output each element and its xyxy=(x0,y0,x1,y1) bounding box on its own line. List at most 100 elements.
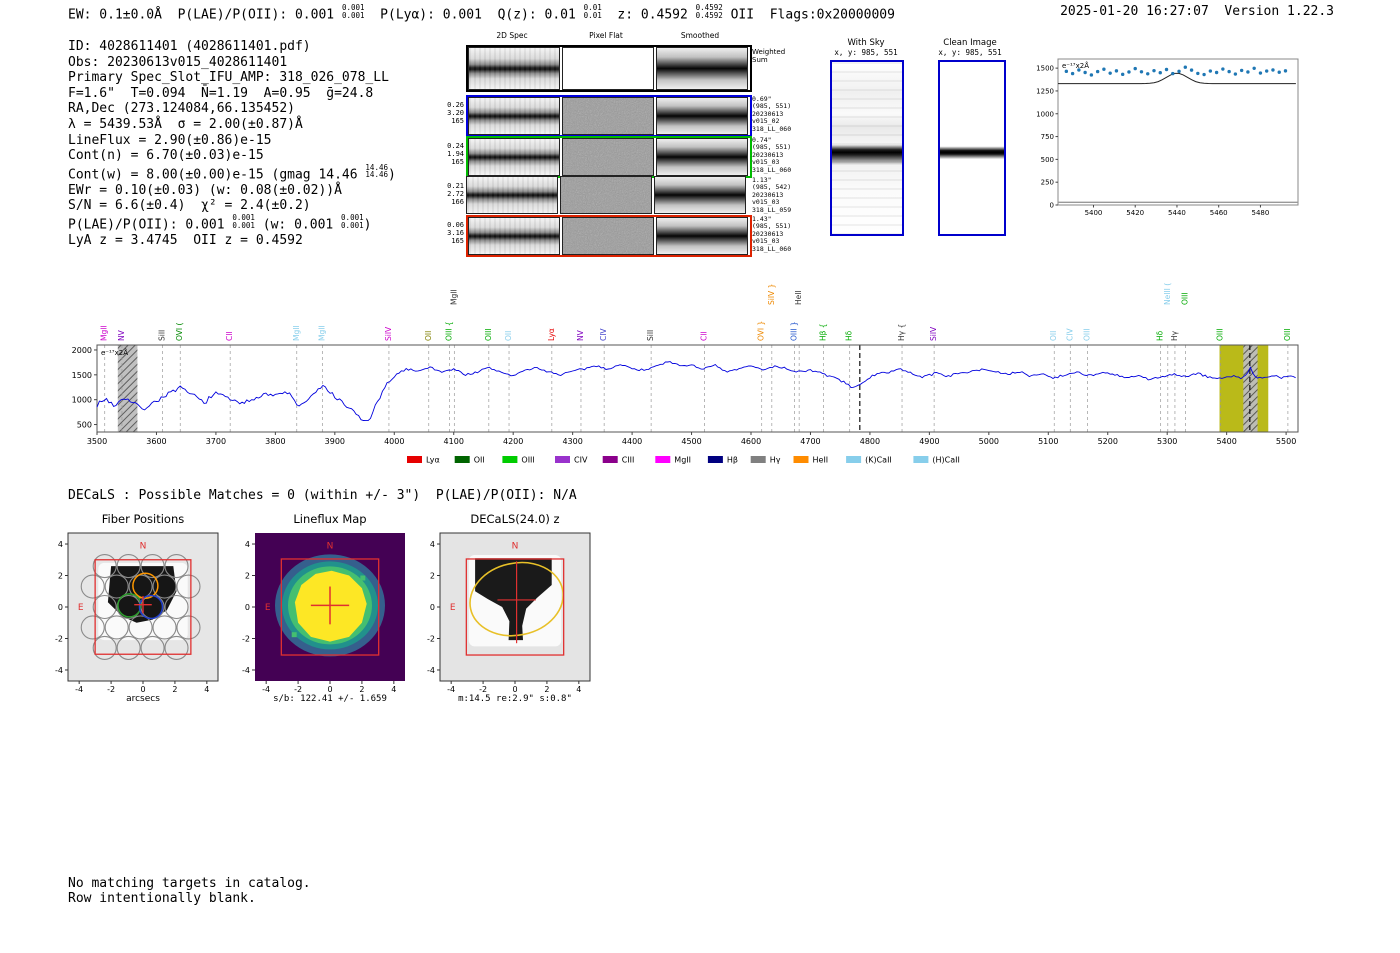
main-spectrum-svg: 500 1000 1500 2000 3500 3600 3700 3800 3900 4000 4… xyxy=(72,283,1299,465)
clean-image-coords: x, y: 985, 551 xyxy=(938,48,1002,57)
line-label: CIV xyxy=(1065,328,1074,341)
decals-z-caption: m:14.5 re:2.9" s:0.8" xyxy=(458,694,572,704)
spectrum-dot xyxy=(1208,69,1213,73)
spec2d-cutout-panel: 2D Spec Pixel Flat Smoothed 0.26 3.20 165 0.69… xyxy=(442,30,862,260)
svg-text:-4: -4 xyxy=(262,685,270,694)
svg-text:2: 2 xyxy=(544,685,549,694)
svg-text:5460: 5460 xyxy=(1210,209,1228,217)
svg-text:3500: 3500 xyxy=(87,437,107,446)
stacked-uncertainty: 0.001 0.001 xyxy=(232,213,255,230)
text-segment: EWr = 0.10(±0.03) (w: 0.08(±0.02))Å xyxy=(68,182,342,198)
text-segment: (w: 0.001 xyxy=(254,217,342,233)
info-line: Obs: 20230613v015_4028611401 xyxy=(68,55,396,71)
svg-text:5400: 5400 xyxy=(1216,437,1236,446)
spectrum-dot xyxy=(1108,71,1112,75)
info-line: Cont(w) = 8.00(±0.00)e-15 (gmag 14.46 14… xyxy=(68,164,396,183)
svg-text:5480: 5480 xyxy=(1252,209,1270,217)
svg-text:2000: 2000 xyxy=(72,346,92,355)
stacked-uncertainty: 14.46 14.46 xyxy=(365,162,388,180)
svg-text:4400: 4400 xyxy=(622,437,642,446)
east-label: E xyxy=(450,603,456,613)
spec2d-smoothed-image xyxy=(656,217,748,255)
info-line: Cont(n) = 6.70(±0.03)e-15 xyxy=(68,148,396,164)
svg-text:4300: 4300 xyxy=(562,437,582,446)
spectrum-dot xyxy=(1177,69,1181,74)
line-label: MgII xyxy=(317,325,326,341)
spectrum-dot xyxy=(1152,68,1156,73)
spectrum-dot xyxy=(1139,70,1144,74)
spectrum-dot xyxy=(1133,66,1137,71)
spec2d-row-meta: 1.43" (985, 551) 20230613 v015_03 318_LL… xyxy=(752,215,792,253)
spec2d-2dspec-image xyxy=(468,47,560,90)
line-label: OIII xyxy=(1216,328,1225,341)
legend-label: (K)CaII xyxy=(865,456,892,465)
legend-label: CIV xyxy=(574,456,588,465)
text-segment: OII Flags:0x20000009 xyxy=(722,7,895,23)
svg-text:-2: -2 xyxy=(479,685,487,694)
fiber-positions-title: Fiber Positions xyxy=(101,512,185,526)
line-label: CII xyxy=(700,331,709,341)
svg-text:0: 0 xyxy=(245,603,250,612)
spec2d-pixelflat-image xyxy=(562,47,654,90)
lineflux-map-svg: -4 -4 -2 -2 0 0 2 2 4 4 N E xyxy=(242,533,405,694)
line-label: MgII xyxy=(292,325,301,341)
spectrum-dot xyxy=(1070,71,1075,76)
text-segment: P(LAE)/P(OII): 0.001 xyxy=(68,217,233,233)
spectrum-dot xyxy=(1221,67,1225,71)
spec2d-row xyxy=(466,45,752,92)
spectrum-dot xyxy=(1202,72,1206,77)
clean-image-title: Clean Image xyxy=(943,38,997,48)
info-line: LineFlux = 2.90(±0.86)e-15 xyxy=(68,133,396,149)
text-segment: LineFlux = 2.90(±0.86)e-15 xyxy=(68,132,272,148)
legend-label: Lyα xyxy=(426,456,440,465)
legend-label: Hγ xyxy=(770,456,781,465)
zoom-chart-svg: 0 250 500 750 1000 1250 1500 5400 5420 5440 5460 54… xyxy=(1036,58,1299,217)
east-label: E xyxy=(78,603,84,613)
svg-text:-2: -2 xyxy=(294,685,302,694)
line-label: NV xyxy=(117,329,126,341)
info-line: RA,Dec (273.124084,66.135452) xyxy=(68,101,396,117)
spectrum-dot xyxy=(1283,69,1288,73)
svg-text:1500: 1500 xyxy=(72,371,92,380)
spec2d-col-title: 2D Spec xyxy=(496,31,528,40)
svg-text:500: 500 xyxy=(1041,156,1054,164)
fiber-positions-plot: -4 -4 -2 -2 0 0 2 2 4 4 N E xyxy=(30,525,230,709)
legend-label: HeII xyxy=(813,456,829,465)
info-line: EWr = 0.10(±0.03) (w: 0.08(±0.02))Å xyxy=(68,183,396,199)
line-label: OIII xyxy=(484,328,493,341)
svg-text:2: 2 xyxy=(359,685,364,694)
spec2d-col-title: Smoothed xyxy=(680,31,720,40)
legend-swatch xyxy=(707,456,723,463)
spec2d-col-title: Pixel Flat xyxy=(589,31,623,40)
svg-text:750: 750 xyxy=(1041,133,1054,141)
clean-image xyxy=(938,60,1006,236)
svg-text:3700: 3700 xyxy=(206,437,226,446)
legend-label: (H)CaII xyxy=(932,456,959,465)
text-segment: F=1.6" T=0.094 N̄=1.19 A=0.95 ḡ=24.8 xyxy=(68,85,374,101)
text-segment: LyA z = 3.4745 OII z = 0.4592 xyxy=(68,233,303,249)
svg-text:-2: -2 xyxy=(427,634,435,643)
stacked-uncertainty: 0.4592 0.4592 xyxy=(695,3,723,20)
svg-text:-4: -4 xyxy=(55,666,63,675)
with-sky-title: With Sky xyxy=(847,38,885,48)
stacked-uncertainty: 0.01 0.01 xyxy=(583,3,602,20)
line-label: NeIII ( xyxy=(1163,283,1172,305)
line-label: Hδ xyxy=(1156,330,1165,341)
spec2d-pixelflat-image xyxy=(562,138,654,176)
info-line: P(LAE)/P(OII): 0.001 0.001 0.001 (w: 0.00… xyxy=(68,214,396,233)
units-annotation: e⁻¹⁷x2Å xyxy=(101,348,128,357)
legend-label: MgII xyxy=(674,456,691,465)
svg-text:1500: 1500 xyxy=(1036,65,1054,73)
spec2d-2dspec-image xyxy=(468,97,560,135)
spec2d-pixelflat-image xyxy=(562,217,654,255)
spec2d-2dspec-image xyxy=(468,217,560,255)
line-label: OIII } xyxy=(789,321,798,341)
spec2d-row-stats: 0.26 3.20 165 xyxy=(447,101,464,126)
spectrum-dot xyxy=(1183,65,1188,69)
text-segment: Obs: 20230613v015_4028611401 xyxy=(68,54,288,70)
svg-text:4800: 4800 xyxy=(860,437,880,446)
svg-text:3800: 3800 xyxy=(265,437,285,446)
svg-text:4900: 4900 xyxy=(919,437,939,446)
spec2d-row-meta: 0.74" (985, 551) 20230613 v015_03 318_LL… xyxy=(752,136,792,174)
text-segment: EW: 0.1±0.0Å P(LAE)/P(OII): 0.001 xyxy=(68,7,342,23)
